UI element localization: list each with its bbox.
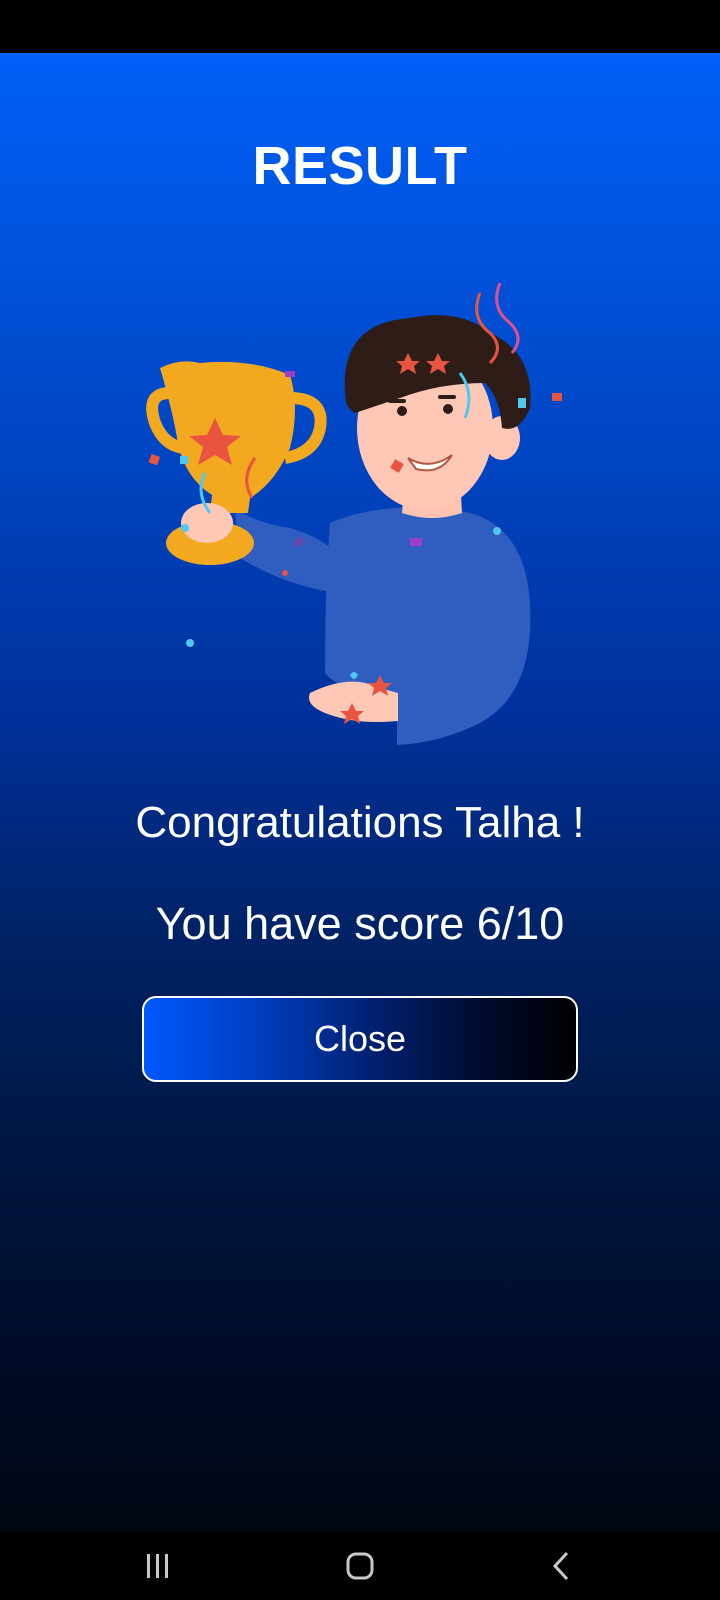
recents-icon[interactable] xyxy=(98,1532,218,1600)
back-icon[interactable] xyxy=(502,1532,622,1600)
congratulations-message: Congratulations Talha ! xyxy=(135,798,585,847)
close-button[interactable]: Close xyxy=(142,996,578,1082)
result-screen: RESULT Congratulations Talha ! You have … xyxy=(0,53,720,1532)
trophy-winner-illustration xyxy=(146,282,562,745)
page-title: RESULT xyxy=(252,136,468,196)
navigation-bar xyxy=(0,1532,720,1600)
score-text: You have score 6/10 xyxy=(155,898,565,949)
status-bar xyxy=(0,0,720,53)
home-icon[interactable] xyxy=(300,1532,420,1600)
